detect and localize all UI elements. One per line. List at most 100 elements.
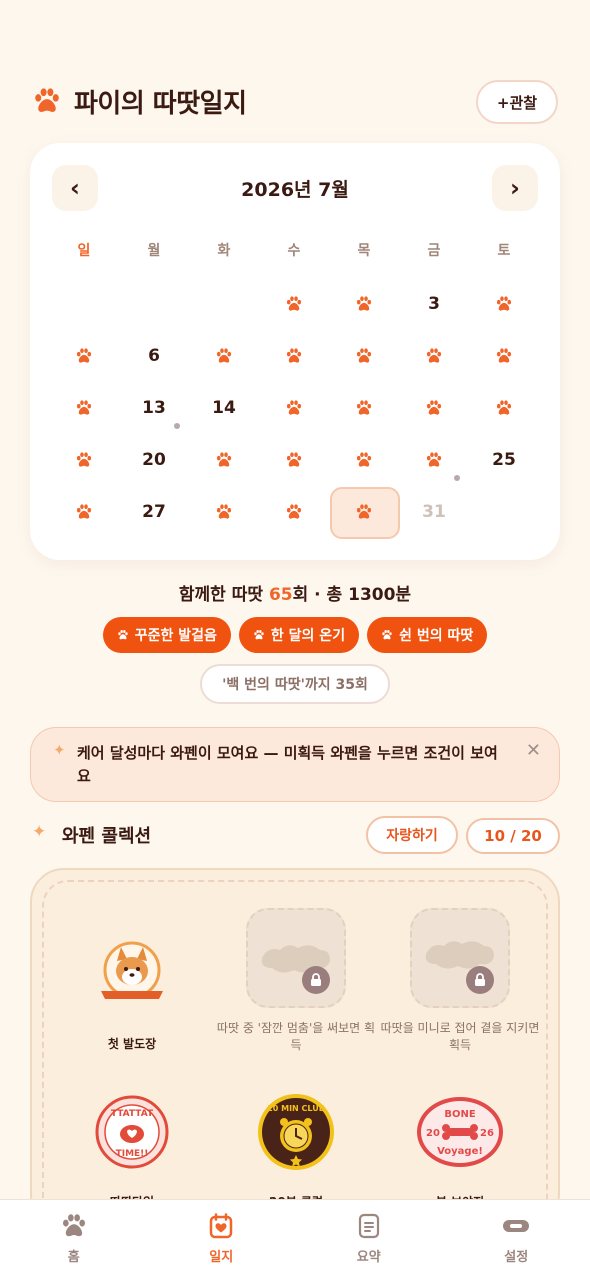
calendar-day-20[interactable]: 20: [119, 434, 189, 486]
calendar-day-26[interactable]: [49, 486, 119, 538]
calendar-day-3[interactable]: 3: [399, 278, 469, 330]
collection-title: 와펜 콜렉션: [62, 826, 152, 847]
achievement-badges: 꾸준한 발걸음 한 달의 온기 쉰 번의 따땃: [0, 617, 590, 653]
tab-home[interactable]: 홈: [0, 1200, 148, 1280]
locked-patch-art: [408, 906, 512, 1010]
locked-patch-art: [244, 906, 348, 1010]
patch-locked-mini[interactable]: 따땃을 미니로 접어 곁을 지키면 획득: [378, 906, 542, 1054]
toggle-icon: [503, 1220, 530, 1232]
day-number: 31: [422, 502, 446, 522]
calendar-day-17[interactable]: [399, 382, 469, 434]
lock-icon: [466, 966, 494, 994]
paw-icon: [285, 503, 303, 521]
paw-icon: [285, 295, 303, 313]
next-month-button[interactable]: ›: [492, 165, 538, 211]
badge-label: 쉰 번의 따땃: [399, 628, 474, 644]
calendar-day-1[interactable]: [259, 278, 329, 330]
day-number: 6: [148, 346, 160, 366]
calendar-day-14[interactable]: 14: [174, 382, 259, 434]
calendar-day-28[interactable]: [189, 486, 259, 538]
calendar-day-11[interactable]: [469, 330, 539, 382]
paw-icon: [355, 295, 373, 313]
document-icon: [358, 1213, 379, 1239]
patch-locked-pause[interactable]: 따땃 중 '잠깐 멈춤'을 써보면 획득: [214, 906, 378, 1054]
badge-steady-steps[interactable]: 꾸준한 발걸음: [102, 617, 231, 653]
paw-icon: [75, 347, 93, 365]
patch-art-text: Voyage!: [437, 1146, 483, 1157]
add-observation-button[interactable]: +관찰: [476, 80, 558, 124]
calendar-card: ‹ 2026년 7월 › 일 월 화 수 목 금 토 3 6 13 14 20 25 27 3…: [30, 143, 560, 560]
day-number: 13: [142, 398, 166, 418]
calendar-day-31[interactable]: 31: [399, 486, 469, 538]
calendar-day-19[interactable]: [49, 434, 119, 486]
paw-icon: [285, 347, 303, 365]
patch-name: 첫 발도장: [107, 1037, 157, 1051]
calendar-day-16[interactable]: [329, 382, 399, 434]
calendar-day-22[interactable]: [259, 434, 329, 486]
paw-icon: [355, 503, 373, 521]
calendar-day-18[interactable]: [469, 382, 539, 434]
paw-icon: [425, 399, 443, 417]
calendar-heart-icon: [210, 1213, 233, 1239]
calendar-day-6[interactable]: 6: [119, 330, 189, 382]
summary-prefix: 함께한 따땃: [178, 585, 269, 605]
calendar-day-29[interactable]: [259, 486, 329, 538]
paw-icon: [285, 399, 303, 417]
badge-month-warmth[interactable]: 한 달의 온기: [238, 617, 360, 653]
first-paw-patch-icon: [80, 922, 184, 1026]
patch-art-text: 26: [480, 1128, 494, 1139]
calendar-month-title: 2026년 7월: [241, 179, 349, 201]
empty-cell: [119, 278, 189, 330]
calendar-day-9[interactable]: [329, 330, 399, 382]
summary-suffix: 회 · 총 1300분: [292, 585, 412, 605]
paw-icon: [355, 347, 373, 365]
patch-bone-voyage[interactable]: BONE 20 26 Voyage! 본 보야지: [378, 1080, 542, 1211]
lock-icon: [302, 966, 330, 994]
calendar-day-23[interactable]: [329, 434, 399, 486]
paw-icon: [215, 347, 233, 365]
tab-settings[interactable]: 설정: [443, 1200, 590, 1280]
summary-count: 65: [268, 585, 293, 605]
calendar-day-7[interactable]: [189, 330, 259, 382]
ttattat-time-patch-icon: TTATTAT TIME!!: [80, 1080, 184, 1184]
paw-icon: [32, 86, 62, 116]
calendar-day-4[interactable]: [469, 278, 539, 330]
patch-20-min-club[interactable]: 20 MIN CLUB 20분 클럽: [214, 1080, 378, 1211]
patch-ttattat-time[interactable]: TTATTAT TIME!! 따땃타임: [50, 1080, 214, 1211]
weekday-row: 일 월 화 수 목 금 토: [49, 240, 539, 260]
bottom-tab-bar: 홈 일지 요약 설정: [0, 1199, 590, 1280]
collection-header: ✦ 와펜 콜렉션 자랑하기 10 / 20: [32, 814, 560, 856]
brag-button[interactable]: 자랑하기: [366, 816, 458, 854]
calendar-day-2[interactable]: [329, 278, 399, 330]
paw-icon: [285, 451, 303, 469]
badge-fifty-times[interactable]: 쉰 번의 따땃: [367, 617, 488, 653]
close-icon[interactable]: ✕: [526, 740, 541, 761]
patch-condition: 따땃을 미니로 접어 곁을 지키면 획득: [380, 1021, 540, 1052]
tab-journal[interactable]: 일지: [148, 1200, 296, 1280]
calendar-day-8[interactable]: [259, 330, 329, 382]
calendar-day-27[interactable]: 27: [119, 486, 189, 538]
bone-voyage-patch-icon: BONE 20 26 Voyage!: [408, 1080, 512, 1184]
calendar-day-12[interactable]: [49, 382, 119, 434]
20-min-club-patch-icon: 20 MIN CLUB: [244, 1080, 348, 1184]
tab-summary[interactable]: 요약: [295, 1200, 443, 1280]
calendar-day-5[interactable]: [49, 330, 119, 382]
patch-first-paw[interactable]: 첫 발도장: [50, 922, 214, 1053]
weekday-thu: 목: [357, 243, 371, 259]
calendar-day-10[interactable]: [399, 330, 469, 382]
day-number: 3: [428, 294, 440, 314]
weekday-fri: 금: [427, 243, 441, 259]
paw-icon: [495, 295, 513, 313]
calendar-day-30[interactable]: [329, 486, 400, 539]
paw-icon: [495, 347, 513, 365]
sparkle-icon: ✦: [53, 741, 66, 759]
care-summary: 함께한 따땃 65회 · 총 1300분: [0, 580, 590, 605]
paw-icon: [215, 503, 233, 521]
calendar-day-15[interactable]: [259, 382, 329, 434]
day-number: 14: [212, 398, 236, 418]
paw-icon: [355, 399, 373, 417]
calendar-header: ‹ 2026년 7월 ›: [52, 165, 538, 211]
calendar-day-25[interactable]: 25: [454, 434, 539, 486]
calendar-day-21[interactable]: [189, 434, 259, 486]
page-title: 파이의 따땃일지: [74, 88, 247, 119]
